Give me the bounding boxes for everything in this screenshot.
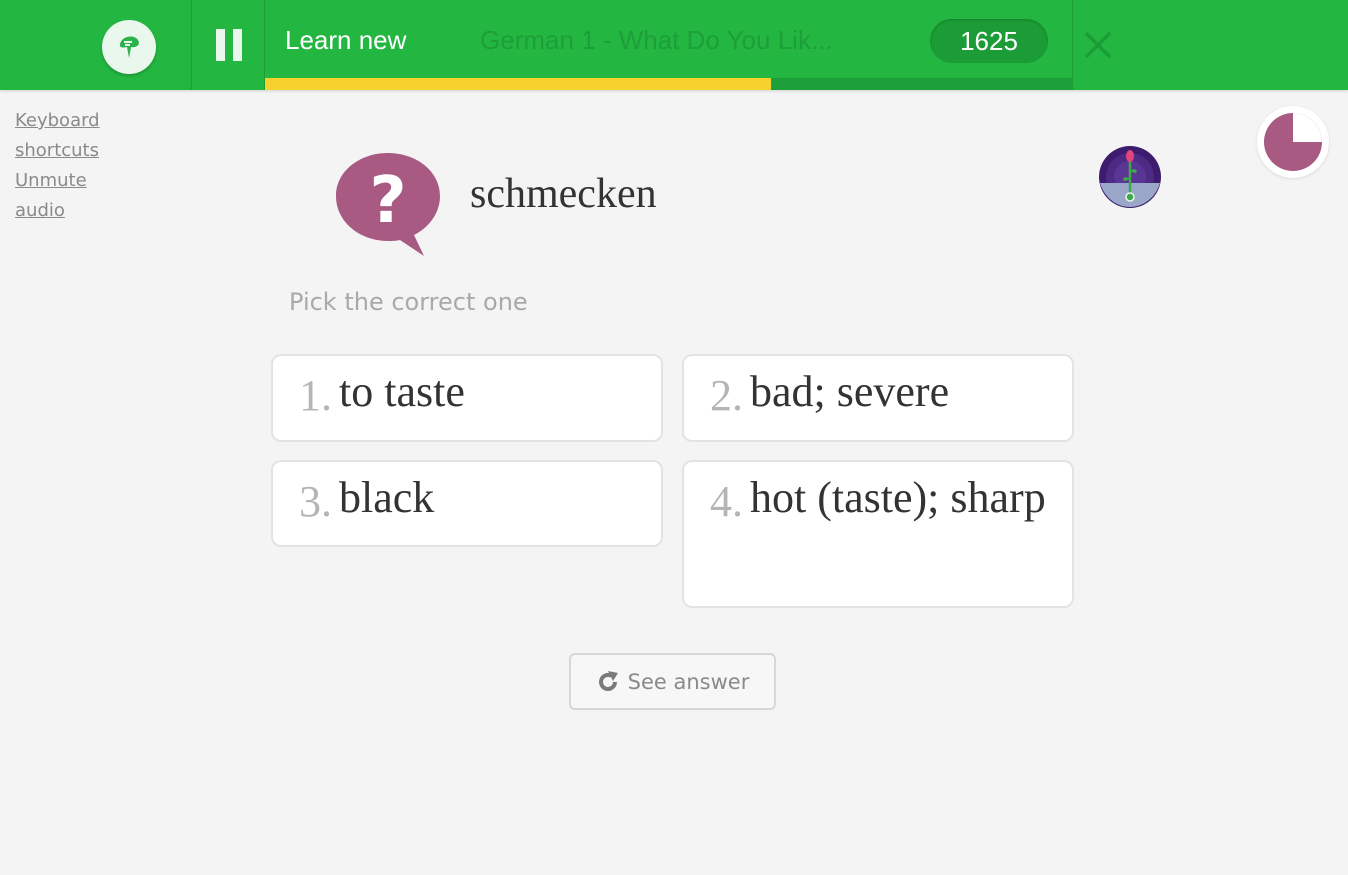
refresh-icon — [598, 670, 618, 691]
choice-number: 2. — [710, 371, 743, 420]
see-answer-label: See answer — [627, 669, 750, 694]
memrise-logo-icon[interactable] — [102, 20, 156, 74]
course-title: German 1 - What Do You Lik... — [480, 25, 833, 55]
choice-option-1[interactable]: 1. to taste — [271, 354, 663, 442]
choice-number: 4. — [710, 477, 743, 526]
pause-button[interactable] — [193, 0, 265, 90]
choice-number: 1. — [299, 371, 332, 420]
choice-option-3[interactable]: 3. black — [271, 460, 663, 547]
mode-label: Learn new — [285, 25, 407, 55]
prompt-word: schmecken — [470, 171, 657, 217]
progress-area: Learn new German 1 - What Do You Lik... … — [265, 0, 1072, 90]
close-button[interactable] — [1073, 0, 1123, 90]
choice-number: 3. — [299, 477, 332, 526]
unmute-audio-link[interactable]: Unmute audio — [15, 170, 87, 221]
points-badge: 1625 — [930, 19, 1048, 63]
timer-pie-icon — [1264, 113, 1322, 171]
progress-fill — [265, 78, 771, 90]
timer-indicator — [1257, 106, 1329, 178]
sidebar-links: Keyboard shortcuts Unmute audio — [15, 106, 125, 226]
see-answer-button[interactable]: See answer — [569, 653, 776, 710]
choice-text: hot (taste); sharp — [750, 473, 1046, 522]
header-divider — [191, 0, 192, 90]
pause-icon — [216, 29, 225, 61]
plant-avatar-icon — [1098, 145, 1162, 209]
instruction-text: Pick the correct one — [289, 288, 528, 316]
choice-text: black — [339, 473, 435, 522]
keyboard-shortcuts-link[interactable]: Keyboard shortcuts — [15, 110, 100, 161]
choice-option-4[interactable]: 4. hot (taste); sharp — [682, 460, 1074, 608]
close-icon — [1084, 31, 1112, 59]
question-bubble-icon: ? — [334, 150, 442, 258]
progress-bar — [265, 78, 1072, 90]
svg-text:?: ? — [369, 164, 406, 238]
choice-text: to taste — [339, 367, 465, 416]
top-bar: Learn new German 1 - What Do You Lik... … — [0, 0, 1348, 90]
choice-option-2[interactable]: 2. bad; severe — [682, 354, 1074, 442]
choice-text: bad; severe — [750, 367, 950, 416]
